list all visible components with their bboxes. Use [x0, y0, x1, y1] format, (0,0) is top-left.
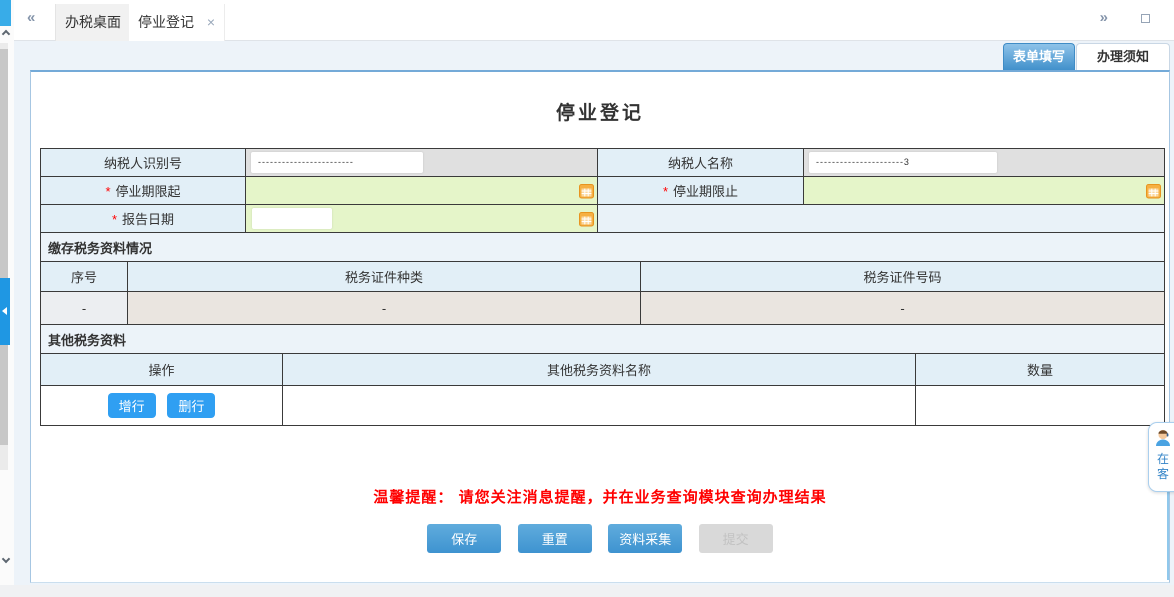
required-mark: * — [663, 184, 668, 199]
suspend-start-label: *停业期限起 — [41, 177, 246, 205]
sidebar-collapse-handle[interactable] — [0, 278, 10, 345]
col-header-cert-number: 税务证件号码 — [641, 262, 1165, 292]
suspend-end-label: *停业期限止 — [598, 177, 804, 205]
col-header-action: 操作 — [41, 354, 283, 386]
required-mark: * — [112, 212, 117, 227]
report-date-label: *报告日期 — [41, 205, 246, 233]
row-action-cell: 增行 删行 — [41, 386, 283, 426]
taxpayer-name-label: 纳税人名称 — [598, 149, 804, 177]
col-header-quantity: 数量 — [916, 354, 1165, 386]
suspend-start-date-field[interactable] — [246, 177, 598, 205]
cert-table: 缴存税务资料情况 序号 税务证件种类 税务证件号码 - - - — [40, 232, 1165, 325]
collapse-left-icon — [2, 307, 7, 315]
delete-row-button[interactable]: 删行 — [167, 393, 215, 418]
report-date-field[interactable] — [246, 205, 598, 233]
table-row: 纳税人识别号 ------------------------ 纳税人名称 --… — [41, 149, 1165, 177]
calendar-icon[interactable] — [579, 183, 594, 198]
report-date-value — [252, 208, 332, 229]
tab-suspension-registration[interactable]: 停业登记 × — [129, 4, 225, 41]
submit-button[interactable]: 提交 — [699, 524, 773, 553]
calendar-icon[interactable] — [579, 211, 594, 226]
scroll-up-icon[interactable] — [2, 30, 10, 38]
basic-info-table: 纳税人识别号 ------------------------ 纳税人名称 --… — [40, 148, 1165, 233]
form-panel: 停业登记 纳税人识别号 ------------------------ 纳税人… — [30, 70, 1170, 583]
app-window: « 办税桌面 停业登记 × » 表单填写 办理须知 停业登记 纳税人识别号 --… — [0, 0, 1174, 597]
taxpayer-name-cell: ----------------------3 — [804, 149, 1165, 177]
bottom-strip — [0, 585, 1174, 597]
customer-service-avatar-icon — [1153, 427, 1173, 452]
tabs-collapse-icon[interactable]: « — [27, 9, 35, 26]
cert-type-cell: - — [128, 292, 641, 325]
warning-text: 温馨提醒： 请您关注消息提醒，并在业务查询模块查询办理结果 — [31, 486, 1169, 507]
tab-tax-desktop[interactable]: 办税桌面 — [55, 4, 131, 41]
table-row: *报告日期 — [41, 205, 1165, 233]
table-row: - - - — [41, 292, 1165, 325]
col-header-material-name: 其他税务资料名称 — [283, 354, 916, 386]
left-scrollbar-thumb[interactable] — [0, 49, 8, 445]
left-scrollbar-track[interactable] — [0, 43, 8, 470]
add-row-button[interactable]: 增行 — [108, 393, 156, 418]
cert-seq-cell: - — [41, 292, 128, 325]
service-label-char: 在 — [1157, 452, 1169, 467]
taxpayer-name-value: ----------------------3 — [809, 152, 997, 173]
cert-number-cell: - — [641, 292, 1165, 325]
quantity-cell[interactable] — [916, 386, 1165, 426]
suspend-end-date-field[interactable] — [804, 177, 1165, 205]
taxpayer-id-value: ------------------------ — [251, 152, 423, 173]
other-material-table: 其他税务资料 操作 其他税务资料名称 数量 增行 删行 — [40, 324, 1165, 426]
col-header-cert-type: 税务证件种类 — [128, 262, 641, 292]
sidebar-accent-bar — [0, 0, 11, 26]
material-name-cell[interactable] — [283, 386, 916, 426]
table-row: 增行 删行 — [41, 386, 1165, 426]
collect-button[interactable]: 资料采集 — [608, 524, 682, 553]
tab-form-fill[interactable]: 表单填写 — [1003, 43, 1075, 70]
service-label-char: 客 — [1157, 467, 1169, 482]
app-tabbar: « 办税桌面 停业登记 × » — [14, 0, 1174, 41]
table-row: 操作 其他税务资料名称 数量 — [41, 354, 1165, 386]
close-tab-icon[interactable]: × — [207, 14, 215, 30]
tab-handling-notice[interactable]: 办理须知 — [1076, 43, 1170, 70]
save-button[interactable]: 保存 — [427, 524, 501, 553]
empty-filler-cell — [598, 205, 1165, 233]
scroll-down-icon[interactable] — [2, 555, 10, 563]
taxpayer-id-cell: ------------------------ — [246, 149, 598, 177]
right-scroll-line — [1167, 492, 1169, 580]
online-service-widget[interactable]: 在 客 — [1148, 422, 1174, 492]
table-row: 其他税务资料 — [41, 325, 1165, 354]
cert-section-title: 缴存税务资料情况 — [41, 233, 1165, 262]
col-header-seq: 序号 — [41, 262, 128, 292]
other-section-title: 其他税务资料 — [41, 325, 1165, 354]
table-row: 缴存税务资料情况 — [41, 233, 1165, 262]
table-row: 序号 税务证件种类 税务证件号码 — [41, 262, 1165, 292]
required-mark: * — [105, 184, 110, 199]
tab-label: 办税桌面 — [65, 14, 121, 30]
tabs-expand-icon[interactable]: » — [1100, 9, 1108, 26]
page-title: 停业登记 — [31, 98, 1169, 122]
reset-button[interactable]: 重置 — [518, 524, 592, 553]
tab-label: 停业登记 — [138, 14, 194, 30]
table-row: *停业期限起 *停业期限止 — [41, 177, 1165, 205]
view-tabs: 表单填写 办理须知 — [1003, 43, 1170, 70]
taxpayer-id-label: 纳税人识别号 — [41, 149, 246, 177]
action-button-bar: 保存 重置 资料采集 提交 — [31, 524, 1169, 553]
calendar-icon[interactable] — [1146, 183, 1161, 198]
left-sidebar-rail — [0, 0, 14, 597]
window-restore-icon[interactable] — [1141, 14, 1150, 23]
